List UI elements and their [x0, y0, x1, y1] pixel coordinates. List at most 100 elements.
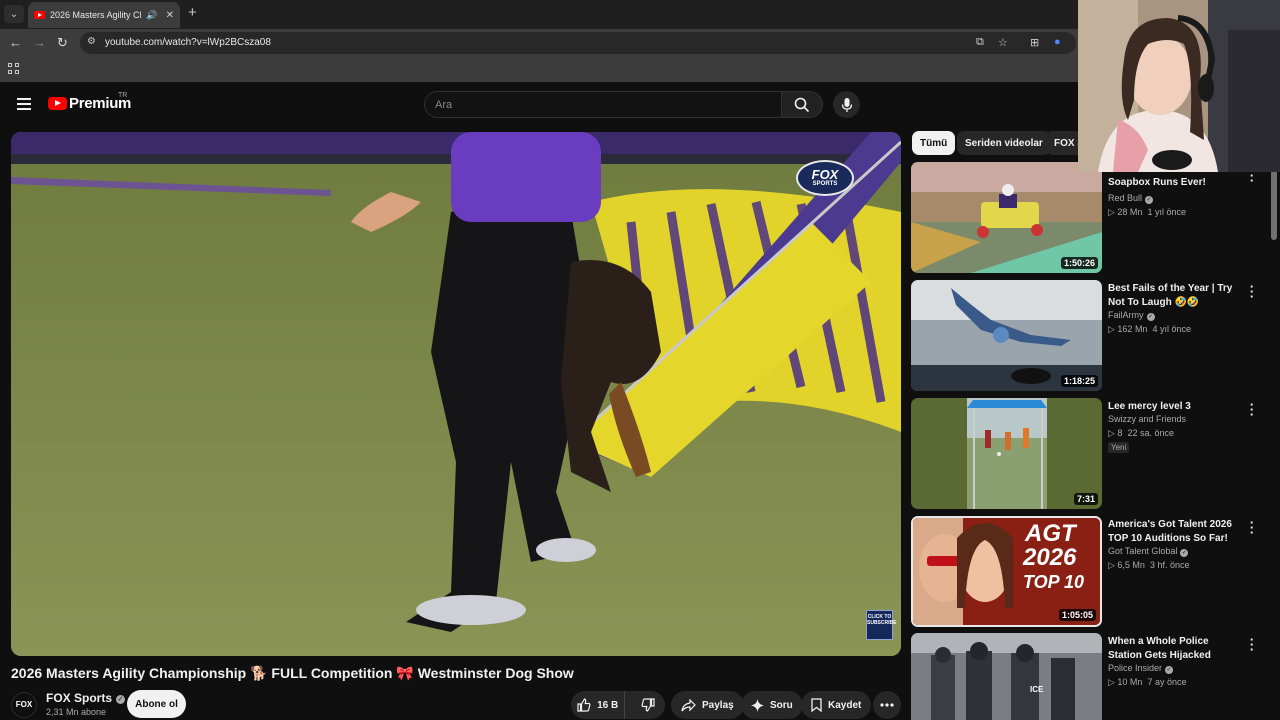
- recommendation-meta: ▷ 28 Mn 1 yıl önce: [1108, 207, 1186, 218]
- site-info-icon[interactable]: ⚙: [87, 36, 96, 47]
- menu-icon[interactable]: [17, 98, 31, 110]
- like-button[interactable]: 16 B: [571, 691, 626, 719]
- bookmark-icon: [811, 698, 822, 712]
- dislike-button[interactable]: [631, 698, 665, 712]
- more-vertical-icon[interactable]: ···: [1248, 280, 1256, 303]
- thumbs-down-icon: [641, 698, 655, 712]
- chip-all[interactable]: Tümü: [912, 131, 956, 155]
- subscriber-count: 2,31 Mn abone: [46, 707, 107, 717]
- extension-icon[interactable]: ⊞: [1030, 36, 1039, 49]
- view-count: 28 Mn: [1117, 207, 1143, 217]
- recommendation-channel[interactable]: Police Insider ✓: [1108, 663, 1174, 674]
- search-button[interactable]: [781, 91, 823, 118]
- mic-icon: [841, 97, 852, 112]
- recommendation-item[interactable]: AGT 2026 TOP 10 1:05:05 America's Got Ta…: [911, 516, 1271, 628]
- channel-name[interactable]: Red Bull: [1108, 193, 1142, 203]
- recommendation-channel[interactable]: Swizzy and Friends: [1108, 414, 1186, 424]
- verified-icon: ✓: [1180, 549, 1189, 557]
- more-vertical-icon[interactable]: ···: [1248, 633, 1256, 656]
- recommendation-meta: ▷ 10 Mn 7 ay önce: [1108, 677, 1186, 688]
- chip-series[interactable]: Seriden videolar: [957, 131, 1051, 155]
- recommendation-title[interactable]: America's Got Talent 2026 TOP 10 Auditio…: [1108, 518, 1244, 546]
- ask-label: Soru: [770, 699, 793, 711]
- upload-age: 22 sa. önce: [1127, 428, 1174, 438]
- video-thumbnail[interactable]: 7:31: [911, 398, 1102, 509]
- apps-grid-icon[interactable]: [8, 63, 19, 74]
- search-input[interactable]: Ara: [424, 91, 782, 118]
- upload-age: 3 hf. önce: [1149, 560, 1190, 570]
- browser-tab-active[interactable]: 2026 Masters Agility Championship 🔊 ✕: [28, 2, 180, 28]
- recommendation-title[interactable]: Soapbox Runs Ever!: [1108, 176, 1244, 190]
- back-arrow-icon[interactable]: ←: [9, 35, 22, 51]
- duration-badge: 7:31: [1073, 493, 1098, 505]
- recommendation-meta: ▷ 6,5 Mn 3 hf. önce: [1108, 560, 1189, 571]
- more-vertical-icon[interactable]: ···: [1248, 398, 1256, 421]
- recommendation-channel[interactable]: Got Talent Global ✓: [1108, 546, 1189, 557]
- channel-avatar[interactable]: FOX: [11, 692, 37, 718]
- ask-button[interactable]: Soru: [741, 691, 803, 719]
- recommendation-channel[interactable]: FailArmy ✓: [1108, 310, 1155, 321]
- more-vertical-icon[interactable]: ···: [1248, 516, 1256, 539]
- video-title: 2026 Masters Agility Championship 🐕 FULL…: [11, 665, 574, 681]
- webcam-overlay: [1078, 0, 1280, 172]
- channel-name-text[interactable]: FOX Sports: [46, 691, 112, 705]
- recommendation-title[interactable]: When a Whole Police Station Gets Hijacke…: [1108, 635, 1244, 663]
- chip-fox-sports[interactable]: FOX S: [1046, 131, 1084, 155]
- verified-icon: ✓: [1146, 313, 1155, 321]
- more-actions-button[interactable]: [873, 691, 901, 719]
- channel-name[interactable]: Police Insider: [1108, 663, 1162, 673]
- address-bar[interactable]: ⚙ youtube.com/watch?v=lWp2BCsza08 ⧉ ☆ ⊞ …: [80, 32, 1076, 54]
- view-count: 6,5 Mn: [1117, 560, 1145, 570]
- channel-name[interactable]: FailArmy: [1108, 310, 1144, 320]
- tab-title: 2026 Masters Agility Championship: [50, 10, 141, 20]
- recommendation-item[interactable]: 1:18:25 Best Fails of the Year | Try Not…: [911, 280, 1271, 392]
- views-icon: ▷: [1108, 324, 1118, 334]
- recommendation-title[interactable]: Lee mercy level 3: [1108, 400, 1244, 414]
- subscribe-watermark[interactable]: CLICK TO SUBSCRIBE: [866, 610, 896, 640]
- video-thumbnail[interactable]: AGT 2026 TOP 10 1:05:05: [911, 516, 1102, 627]
- lee-mercy-thumbnail-image: [911, 398, 1102, 509]
- close-tab-icon[interactable]: ✕: [166, 10, 174, 21]
- video-thumbnail[interactable]: ICE: [911, 633, 1102, 720]
- search-icon: [794, 97, 810, 112]
- bookmark-star-icon[interactable]: ☆: [998, 36, 1008, 49]
- agt-top10-thumbnail-text: TOP 10: [1023, 572, 1085, 592]
- like-count: 16 B: [597, 699, 619, 711]
- view-count: 162 Mn: [1117, 324, 1148, 334]
- forward-arrow-icon[interactable]: →: [33, 35, 46, 51]
- url-text[interactable]: youtube.com/watch?v=lWp2BCsza08: [105, 37, 271, 48]
- youtube-logo-icon[interactable]: [48, 97, 67, 110]
- speaker-icon[interactable]: 🔊: [146, 10, 157, 21]
- recommendation-title[interactable]: Best Fails of the Year | Try Not To Laug…: [1108, 282, 1244, 310]
- channel-name[interactable]: FOX Sports ✓: [46, 691, 126, 705]
- recommendation-item[interactable]: 7:31 Lee mercy level 3 Swizzy and Friend…: [911, 398, 1271, 510]
- video-thumbnail[interactable]: 1:18:25: [911, 280, 1102, 391]
- duration-badge: 1:50:26: [1060, 257, 1098, 269]
- verified-icon: ✓: [1165, 666, 1174, 674]
- recommendation-item[interactable]: 1:50:26 Soapbox Runs Ever! Red Bull ✓ ▷ 2…: [911, 162, 1271, 274]
- views-icon: ▷: [1108, 428, 1118, 438]
- save-button[interactable]: Kaydet: [801, 691, 872, 719]
- reload-icon[interactable]: ↻: [57, 35, 68, 51]
- channel-name[interactable]: Got Talent Global: [1108, 546, 1177, 556]
- video-player[interactable]: FOX SPORTS CLICK TO SUBSCRIBE: [11, 132, 901, 656]
- share-button[interactable]: Paylaş: [671, 691, 744, 719]
- sidebar-scrollbar[interactable]: [1271, 170, 1277, 240]
- install-app-icon[interactable]: ⧉: [976, 36, 984, 49]
- subscribe-button[interactable]: Abone ol: [127, 690, 186, 718]
- duration-badge: 1:05:05: [1058, 609, 1096, 621]
- recommendation-item[interactable]: ICE When a Whole Police Station Gets Hij…: [911, 633, 1271, 720]
- agt-year-thumbnail-text: 2026: [1023, 544, 1077, 571]
- tab-search-button[interactable]: ⌄: [4, 5, 24, 23]
- video-thumbnail[interactable]: 1:50:26: [911, 162, 1102, 273]
- recommendation-meta: ▷ 8 22 sa. önce: [1108, 428, 1174, 439]
- channel-name[interactable]: Swizzy and Friends: [1108, 414, 1186, 424]
- voice-search-button[interactable]: [833, 91, 860, 118]
- recommendation-channel[interactable]: Red Bull ✓: [1108, 193, 1154, 204]
- profile-icon[interactable]: ●: [1054, 36, 1061, 48]
- new-badge: Yeni: [1108, 442, 1130, 453]
- views-icon: ▷: [1108, 560, 1118, 570]
- new-tab-button[interactable]: +: [188, 5, 197, 21]
- share-icon: [681, 698, 696, 711]
- like-dislike-group: 16 B: [571, 691, 665, 719]
